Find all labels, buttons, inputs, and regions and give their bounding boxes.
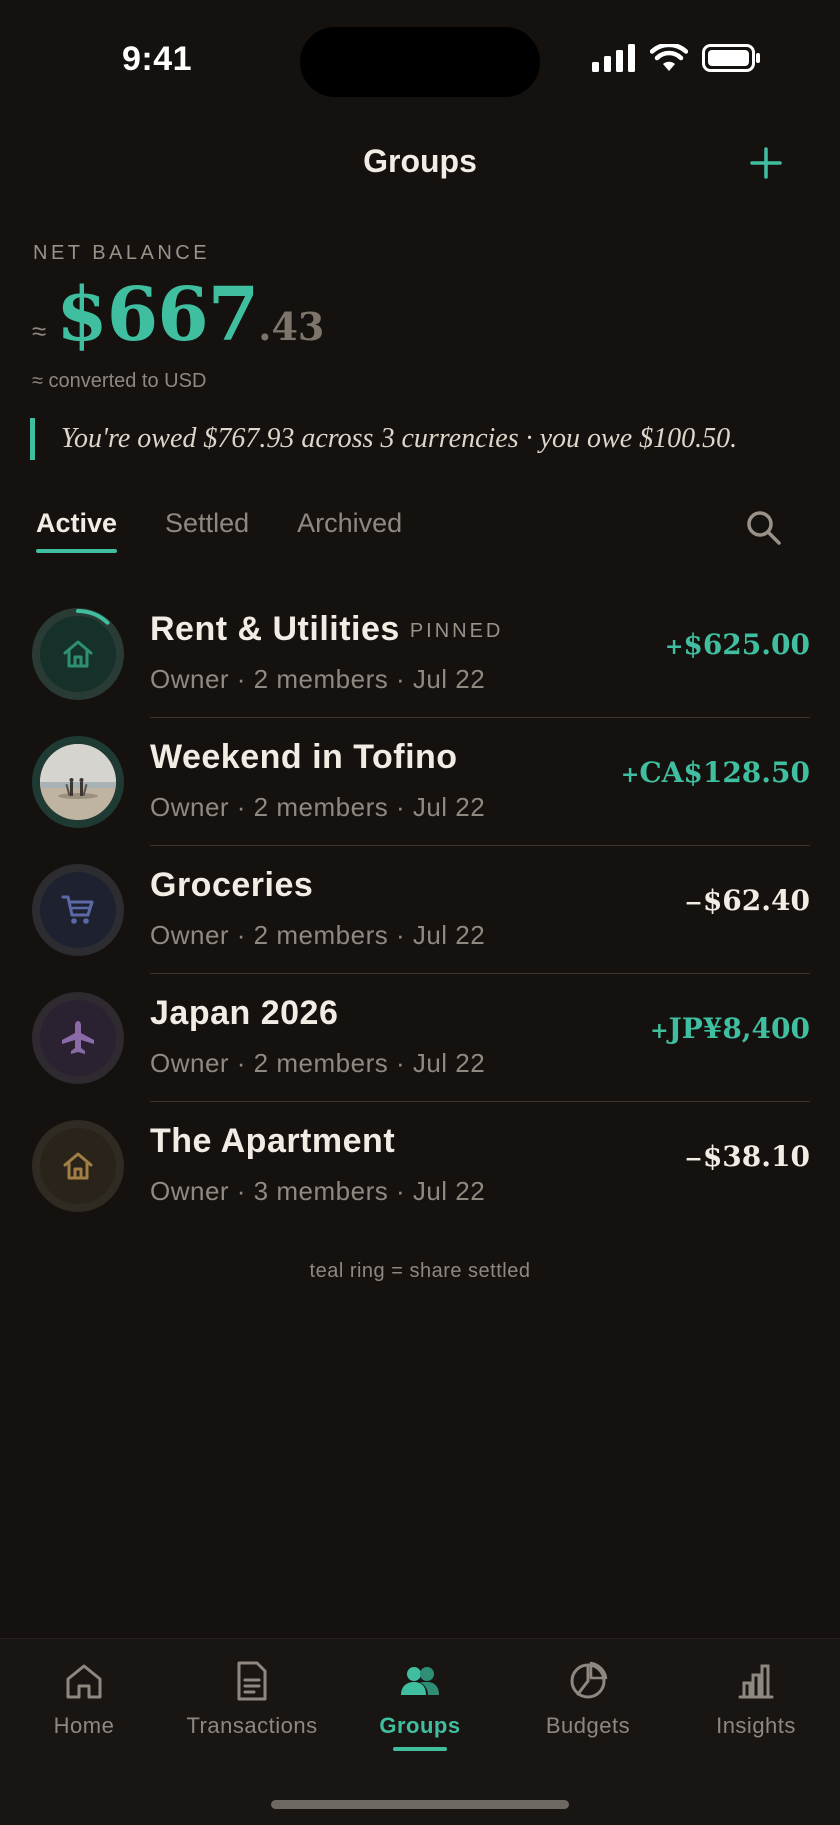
group-avatar [32,1120,124,1212]
group-name: The Apartment [150,1122,396,1160]
group-avatar [32,736,124,828]
conversion-note: ≈ converted to USD [32,370,207,392]
group-balance: −$62.40 [684,884,810,917]
group-row-groceries[interactable]: Groceries Owner · 2 members · Jul 22 −$6… [0,846,840,974]
group-balance: +CA$128.50 [620,756,810,789]
group-list: Rent & Utilities PINNED Owner · 2 members… [0,590,840,1230]
home-icon [63,1152,93,1180]
group-balance: +JP¥8,400 [650,1012,810,1045]
home-icon [66,1664,102,1699]
tab-active[interactable]: Active [36,508,118,553]
group-meta: Owner · 2 members · Jul 22 [150,920,486,950]
status-bar: 9:41 [0,0,840,120]
bar-chart-icon [738,1664,774,1699]
group-meta: Owner · 2 members · Jul 22 [150,664,486,694]
tabbar-label: Transactions [186,1713,318,1738]
document-icon [237,1661,267,1701]
tabbar-budgets[interactable]: Budgets [504,1659,672,1739]
search-icon[interactable] [744,508,784,548]
group-balance: −$38.10 [684,1140,810,1173]
net-balance-label: NET BALANCE [33,242,211,264]
status-time: 9:41 [122,40,193,78]
dynamic-island [300,27,540,97]
tab-archived[interactable]: Archived [297,508,402,553]
tabbar-label: Home [53,1713,115,1738]
group-row-rent-utilities[interactable]: Rent & Utilities PINNED Owner · 2 members… [0,590,840,718]
balance-summary: You're owed $767.93 across 3 currencies … [30,418,737,460]
tabbar-home[interactable]: Home [0,1659,168,1739]
home-icon [63,640,93,668]
status-icons [592,44,762,72]
cellular-signal-icon [592,44,635,72]
group-meta: Owner · 2 members · Jul 22 [150,792,486,822]
net-balance-cents: .43 [258,304,325,349]
add-group-button[interactable] [748,145,784,181]
group-avatar [32,608,124,700]
group-filter-tabs: Active Settled Archived [36,508,450,553]
group-name: Weekend in Tofino [150,738,458,776]
active-tab-indicator [393,1747,447,1751]
group-row-japan-2026[interactable]: Japan 2026 Owner · 2 members · Jul 22 +J… [0,974,840,1102]
group-name: Rent & Utilities PINNED [150,610,504,648]
tabbar-label: Groups [379,1713,461,1738]
group-balance: +$625.00 [664,628,810,661]
beach-photo [40,744,116,820]
people-icon [401,1667,439,1695]
group-name: Japan 2026 [150,994,339,1032]
group-meta: Owner · 3 members · Jul 22 [150,1176,486,1206]
ring-legend-note: teal ring = share settled [309,1260,531,1282]
pinned-badge: PINNED [409,619,504,642]
tabbar-transactions[interactable]: Transactions [168,1659,336,1739]
group-name: Groceries [150,866,314,904]
home-indicator [271,1800,569,1809]
cart-icon [61,895,94,924]
tab-settled[interactable]: Settled [165,508,249,553]
group-meta: Owner · 2 members · Jul 22 [150,1048,486,1078]
group-row-the-apartment[interactable]: The Apartment Owner · 3 members · Jul 22… [0,1102,840,1230]
group-row-weekend-tofino[interactable]: Weekend in Tofino Owner · 2 members · Ju… [0,718,840,846]
approx-symbol: ≈ [32,316,47,346]
wifi-icon [650,44,688,71]
net-balance-dollars: $667 [56,272,259,358]
tabbar-groups[interactable]: Groups [336,1659,504,1751]
group-avatar [32,864,124,956]
tabbar-label: Budgets [545,1713,631,1738]
group-avatar [32,992,124,1084]
bottom-tab-bar: Home Transactions Groups Budgets Insight… [0,1638,840,1825]
battery-icon [702,44,760,72]
page-title: Groups [363,143,477,179]
net-balance-amount: ≈ $667 .43 [32,272,324,358]
tabbar-label: Insights [716,1713,796,1738]
tabbar-insights[interactable]: Insights [672,1659,840,1739]
plane-icon [62,1021,94,1054]
pie-chart-icon [570,1661,608,1699]
